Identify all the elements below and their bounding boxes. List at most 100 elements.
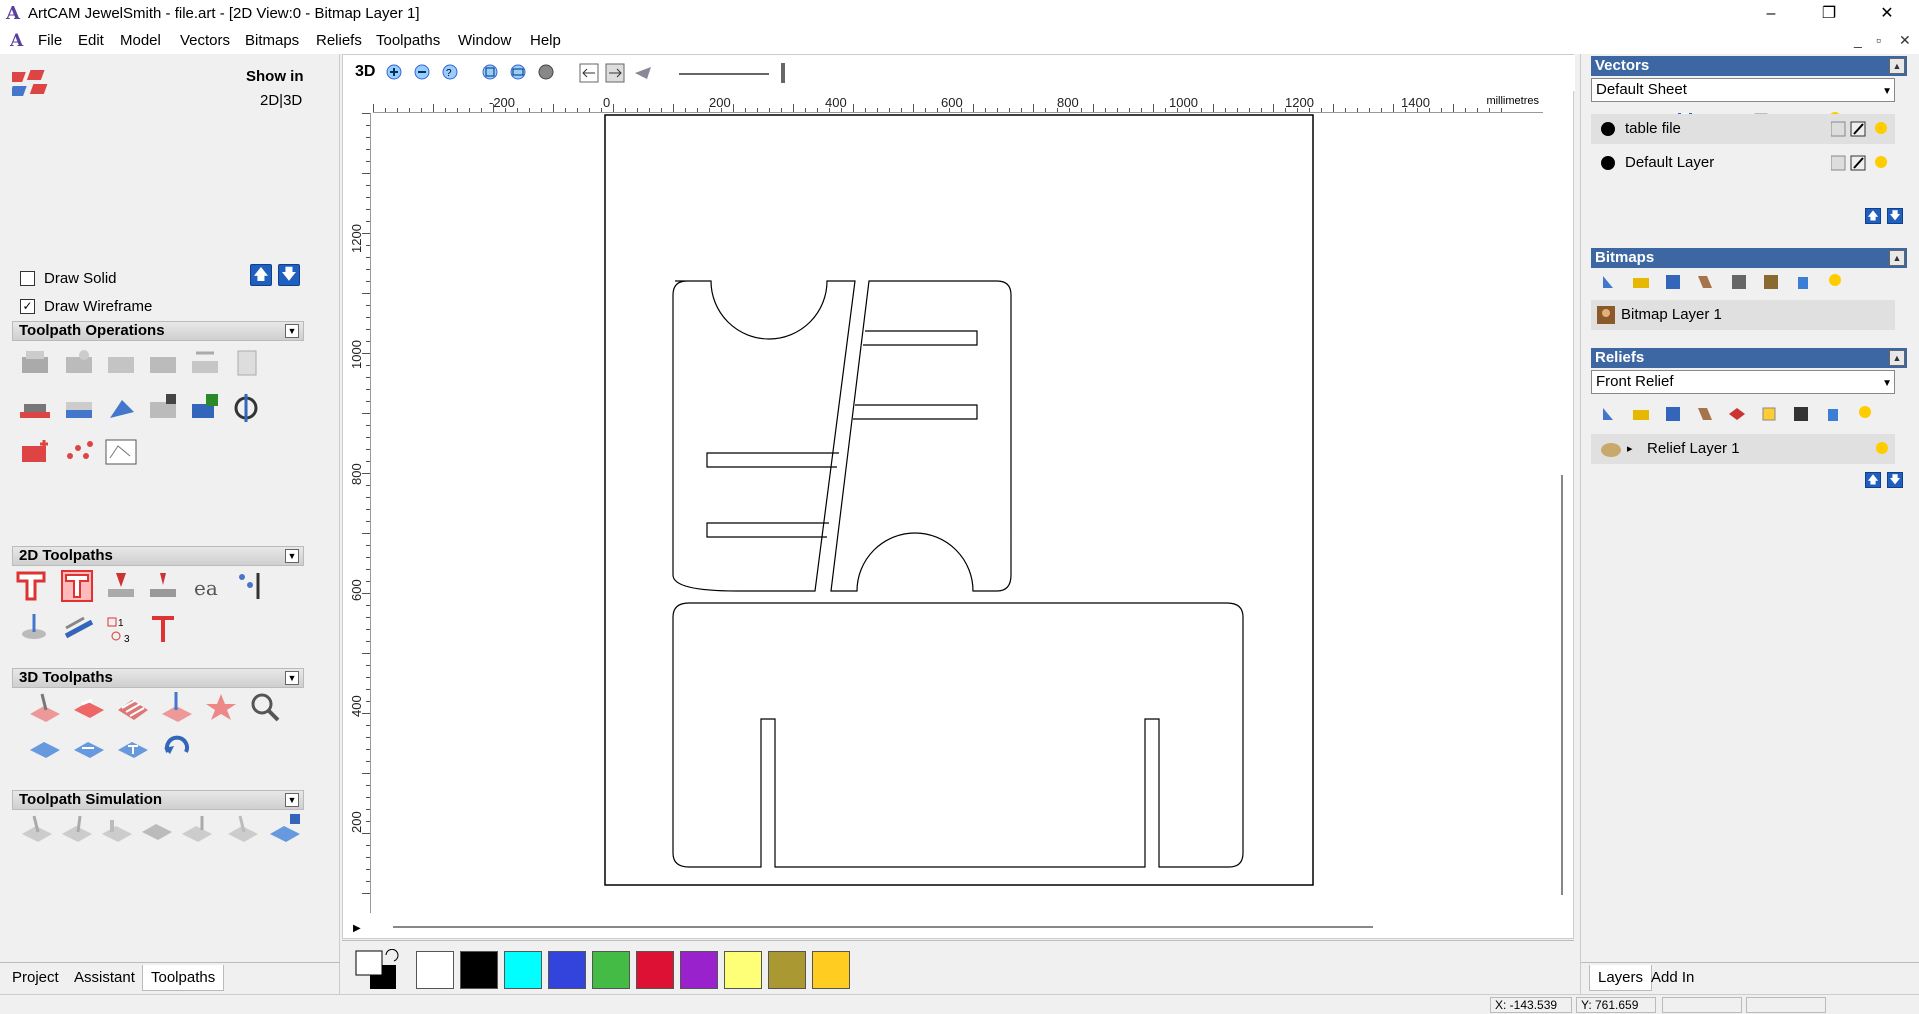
layer-properties-icon[interactable] bbox=[1695, 404, 1715, 424]
move-down-button[interactable]: 🡇 bbox=[278, 264, 300, 286]
rotary-machining-icon[interactable] bbox=[28, 732, 62, 766]
rotary-raster-icon[interactable] bbox=[72, 732, 106, 766]
relief-layer-row[interactable]: ▸ Relief Layer 1 bbox=[1591, 434, 1895, 464]
collapse-icon[interactable]: ▲ bbox=[1889, 350, 1905, 366]
delete-layer-icon[interactable] bbox=[1823, 404, 1843, 424]
collapse-icon[interactable]: ▼ bbox=[285, 549, 299, 563]
3d-star-icon[interactable] bbox=[204, 690, 238, 724]
move-layer-up-button[interactable]: 🡅 bbox=[1865, 472, 1881, 488]
simulate-block-icon[interactable] bbox=[100, 812, 134, 846]
machine-relief-icon[interactable] bbox=[18, 612, 52, 646]
move-layer-down-button[interactable]: 🡇 bbox=[1887, 208, 1903, 224]
relief-select[interactable]: Front Relief ▼ bbox=[1591, 370, 1895, 394]
bulb-icon[interactable] bbox=[1825, 272, 1845, 292]
3d-waterline-icon[interactable] bbox=[160, 690, 194, 724]
open-folder-icon[interactable] bbox=[1631, 404, 1651, 424]
menu-bitmaps[interactable]: Bitmaps bbox=[245, 32, 299, 49]
simulate-all-icon[interactable] bbox=[60, 812, 94, 846]
open-folder-icon[interactable] bbox=[1631, 272, 1651, 292]
simulation-settings-icon[interactable] bbox=[180, 812, 214, 846]
bitmaps-header[interactable]: Bitmaps ▲ bbox=[1591, 248, 1907, 268]
layer-lock-edit-visibility-icons[interactable] bbox=[1831, 154, 1891, 172]
vector-layer-row[interactable]: table file bbox=[1591, 114, 1895, 144]
tab-project[interactable]: Project bbox=[4, 965, 67, 991]
3d-inspect-icon[interactable] bbox=[248, 690, 282, 724]
new-layer-icon[interactable] bbox=[1599, 272, 1619, 292]
move-up-button[interactable]: 🡅 bbox=[250, 264, 272, 286]
bitmap-image-icon[interactable] bbox=[1761, 272, 1781, 292]
2d-view[interactable]: 3D ? -200 0 200 400 600 800 1000 1200 14… bbox=[342, 54, 1575, 947]
engrave-text-icon[interactable] bbox=[146, 612, 180, 646]
menu-model[interactable]: Model bbox=[120, 32, 161, 49]
layer-properties-icon[interactable] bbox=[1695, 272, 1715, 292]
batch-calculate-icon[interactable] bbox=[18, 436, 52, 470]
vector-sheet-select[interactable]: Default Sheet ▼ bbox=[1591, 78, 1895, 102]
profiling-icon[interactable] bbox=[14, 569, 48, 603]
new-layer-icon[interactable] bbox=[1599, 404, 1619, 424]
toolpath-preview-icon[interactable] bbox=[104, 436, 138, 470]
toolpath-merge-icon[interactable] bbox=[104, 347, 138, 381]
collapse-icon[interactable]: ▲ bbox=[1889, 250, 1905, 266]
move-layer-down-button[interactable]: 🡇 bbox=[1887, 472, 1903, 488]
close-button[interactable]: ✕ bbox=[1864, 0, 1910, 28]
maximize-button[interactable]: ❐ bbox=[1806, 0, 1852, 28]
draw-wireframe-checkbox[interactable]: ✓ bbox=[20, 299, 35, 314]
2d-toolpaths-header[interactable]: 2D Toolpaths ▼ bbox=[12, 546, 304, 566]
mdi-restore-button[interactable]: ▫ bbox=[1876, 32, 1881, 48]
scroll-right-icon[interactable]: ▶ bbox=[353, 923, 361, 934]
layer-color-icon[interactable] bbox=[1601, 156, 1615, 170]
minimize-button[interactable]: – bbox=[1748, 0, 1794, 28]
area-clearance-icon[interactable] bbox=[60, 569, 94, 603]
toolpath-set-icon[interactable] bbox=[18, 392, 52, 426]
color-swatch-black[interactable] bbox=[460, 951, 498, 989]
toolpath-simulation-header[interactable]: Toolpath Simulation ▼ bbox=[12, 790, 304, 810]
menu-vectors[interactable]: Vectors bbox=[180, 32, 230, 49]
mdi-minimize-button[interactable]: _ bbox=[1854, 32, 1862, 48]
color-swatch-purple[interactable] bbox=[680, 951, 718, 989]
rotary-text-icon[interactable] bbox=[116, 732, 150, 766]
vectors-header[interactable]: Vectors ▲ bbox=[1591, 56, 1907, 76]
simulation-block-icon[interactable] bbox=[140, 812, 174, 846]
collapse-icon[interactable]: ▼ bbox=[285, 793, 299, 807]
bitmap-layer-row[interactable]: Bitmap Layer 1 bbox=[1591, 300, 1895, 330]
app-menu-icon[interactable]: A bbox=[10, 31, 23, 51]
color-swatch-olive[interactable] bbox=[768, 951, 806, 989]
bulb-icon[interactable] bbox=[1855, 404, 1875, 424]
delete-layer-icon[interactable] bbox=[1793, 272, 1813, 292]
mdi-close-button[interactable]: ✕ bbox=[1899, 32, 1911, 49]
save-icon[interactable] bbox=[1663, 404, 1683, 424]
menu-file[interactable]: File bbox=[38, 32, 62, 49]
expand-icon[interactable]: ▸ bbox=[1627, 434, 1633, 464]
menu-toolpaths[interactable]: Toolpaths bbox=[376, 32, 440, 49]
menu-reliefs[interactable]: Reliefs bbox=[316, 32, 362, 49]
layer-lock-edit-visibility-icons[interactable] bbox=[1831, 120, 1891, 138]
color-swatch-cyan[interactable] bbox=[504, 951, 542, 989]
vector-layer-row[interactable]: Default Layer bbox=[1591, 148, 1895, 178]
color-swatch-white[interactable] bbox=[416, 951, 454, 989]
draw-solid-checkbox[interactable] bbox=[20, 271, 35, 286]
simulation-compare-icon[interactable] bbox=[226, 812, 260, 846]
save-simulation-icon[interactable] bbox=[268, 812, 302, 846]
relief-combine-icon[interactable] bbox=[1727, 404, 1747, 424]
primary-secondary-color-icon[interactable] bbox=[354, 949, 404, 991]
bevel-carving-icon[interactable]: ea bbox=[190, 569, 224, 603]
save-icon[interactable] bbox=[1663, 272, 1683, 292]
simulate-toolpath-icon[interactable] bbox=[20, 812, 54, 846]
bitmap-mask-icon[interactable] bbox=[1729, 272, 1749, 292]
save-toolpath-icon[interactable] bbox=[188, 392, 222, 426]
horizontal-scrollbar[interactable] bbox=[393, 926, 1373, 928]
rotary-wrap-icon[interactable] bbox=[160, 732, 194, 766]
vbit-carving-icon[interactable] bbox=[104, 569, 138, 603]
toolpath-info-icon[interactable] bbox=[62, 347, 96, 381]
tab-toolpaths[interactable]: Toolpaths bbox=[142, 965, 225, 991]
tool-database-icon[interactable] bbox=[104, 392, 138, 426]
vertical-scrollbar[interactable] bbox=[1561, 475, 1563, 895]
move-layer-up-button[interactable]: 🡅 bbox=[1865, 208, 1881, 224]
tab-assistant[interactable]: Assistant bbox=[66, 965, 143, 991]
menu-help[interactable]: Help bbox=[530, 32, 561, 49]
drawing-canvas[interactable] bbox=[343, 55, 1575, 940]
3d-raster-icon[interactable] bbox=[116, 690, 150, 724]
machine-relief-3d-icon[interactable] bbox=[28, 690, 62, 724]
show-in-icon[interactable] bbox=[12, 66, 64, 106]
collapse-icon[interactable]: ▲ bbox=[1889, 58, 1905, 74]
